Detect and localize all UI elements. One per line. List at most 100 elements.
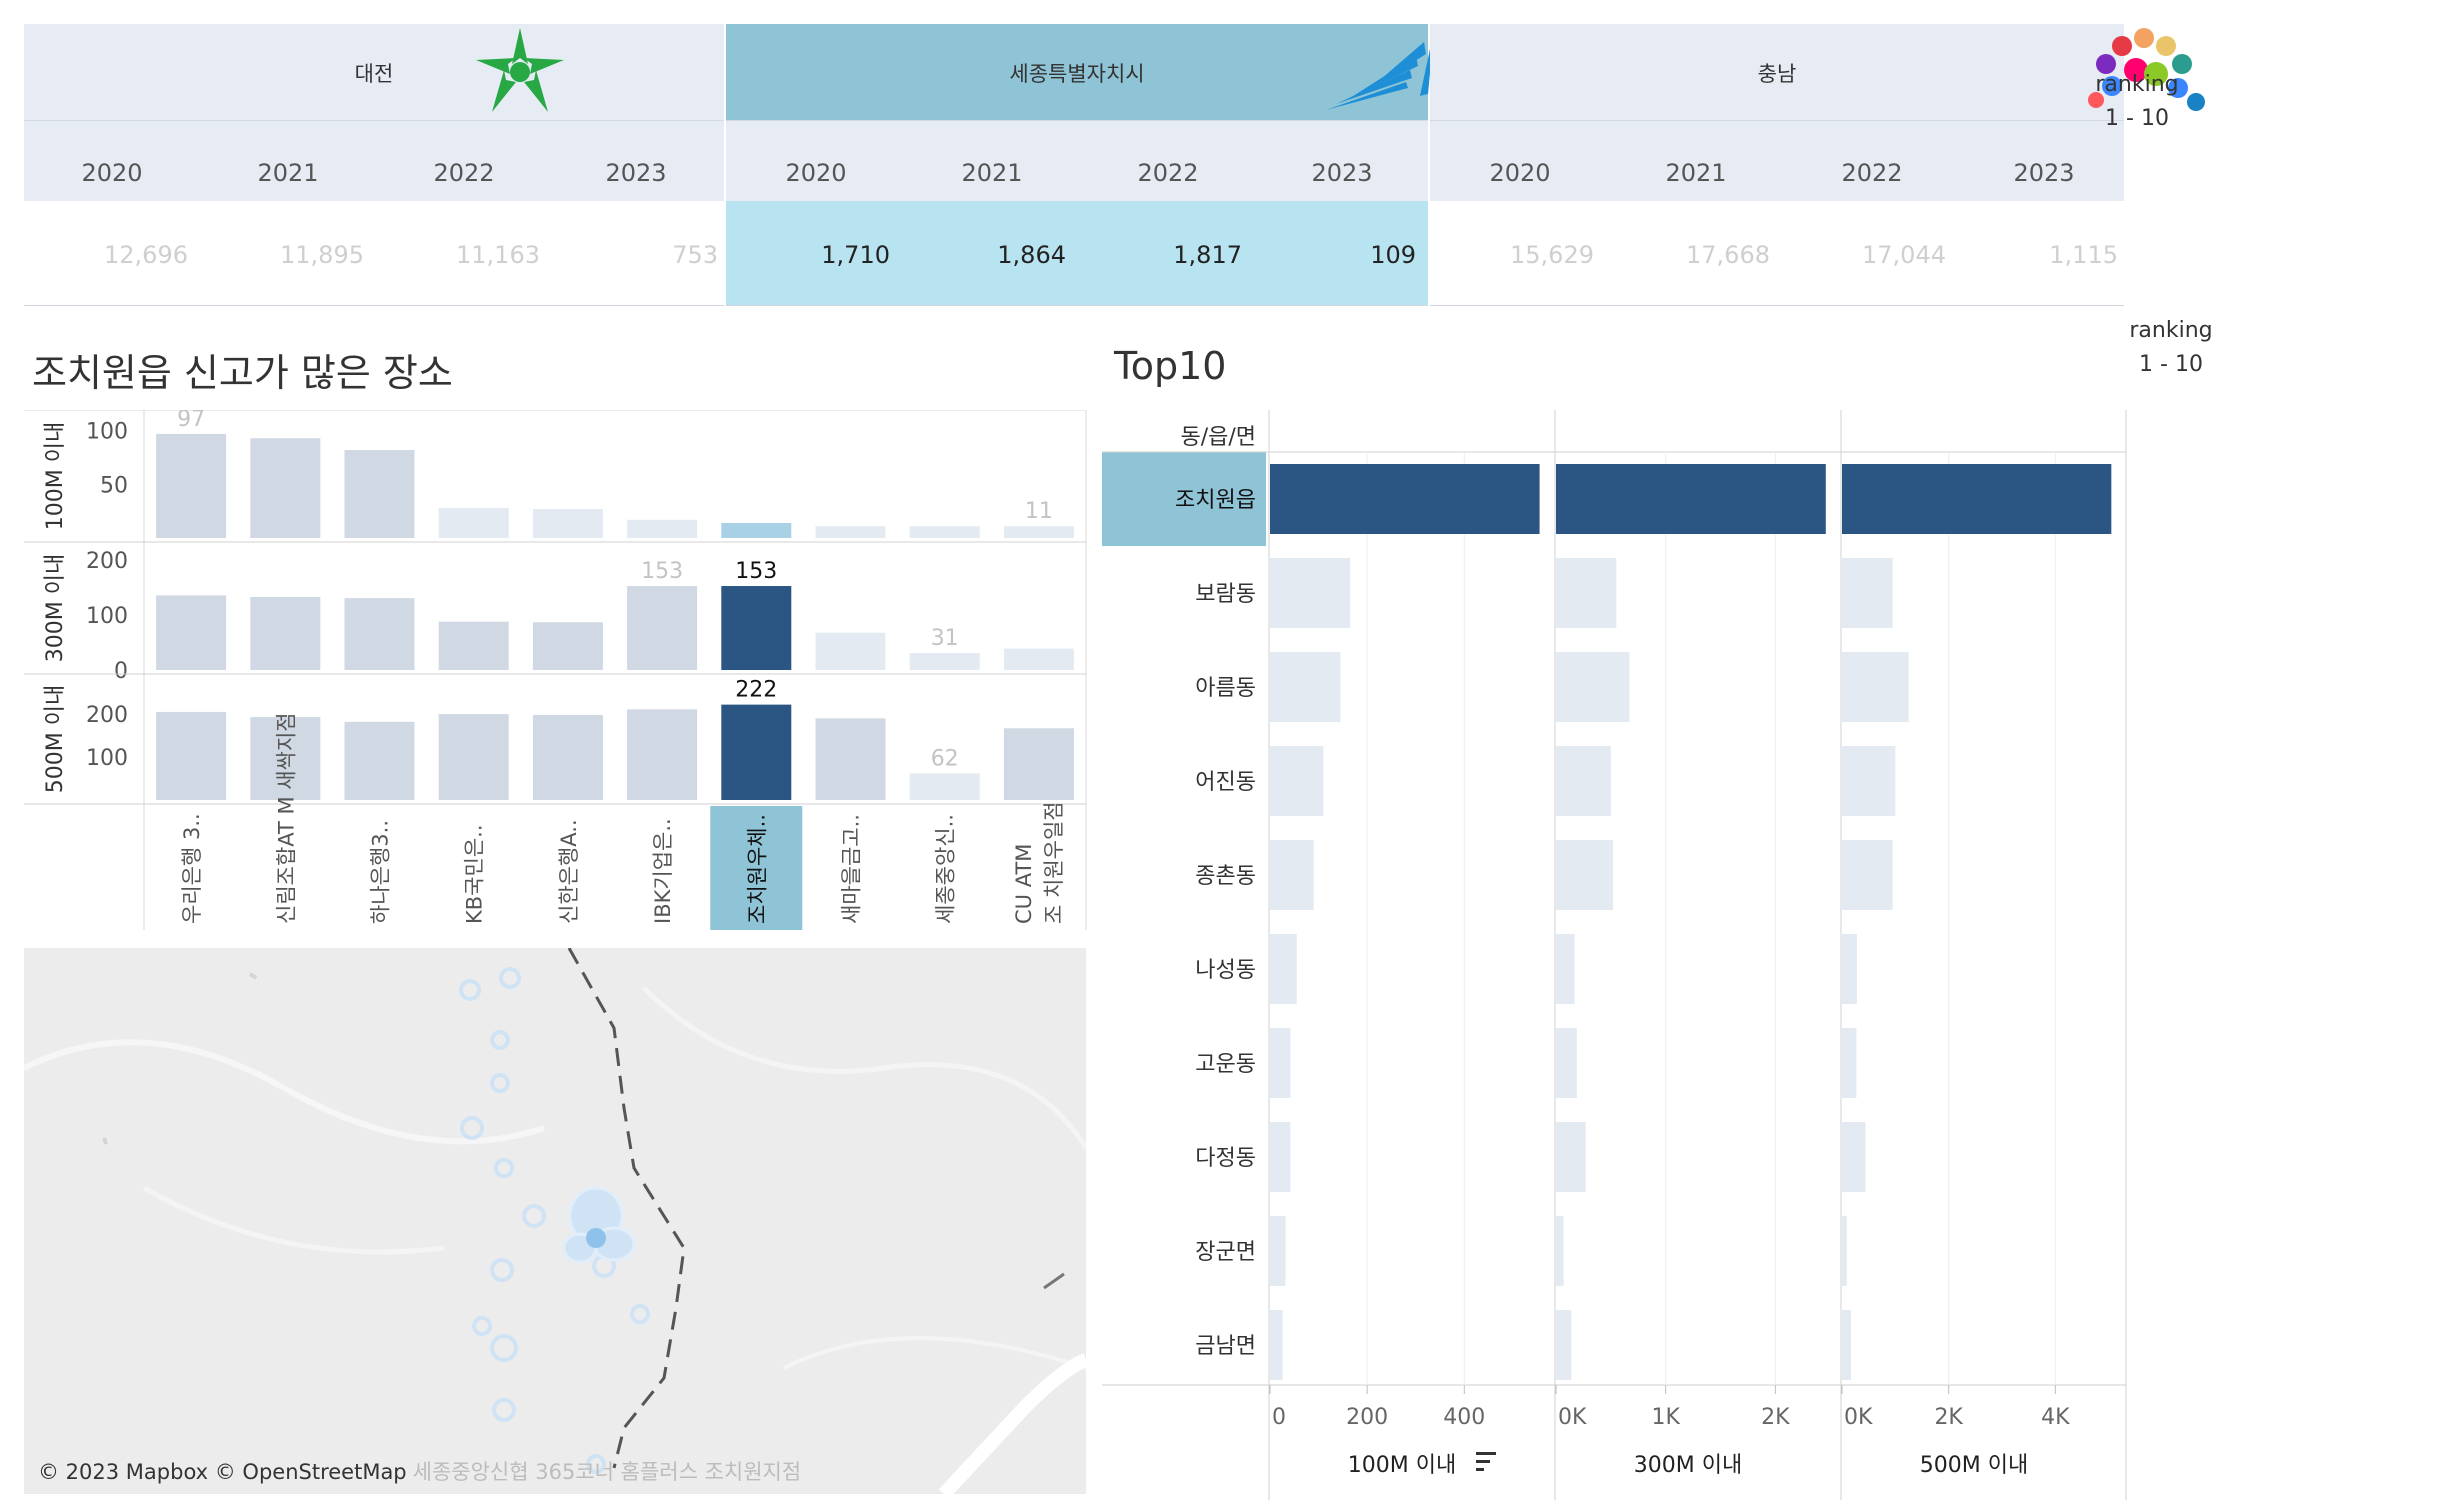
- bar[interactable]: [1842, 934, 1857, 1004]
- bar[interactable]: [1842, 558, 1893, 628]
- bar[interactable]: [1556, 1310, 1572, 1380]
- category-label[interactable]: 하나은행3..: [369, 820, 393, 924]
- value-cell[interactable]: 1,710: [714, 241, 890, 269]
- value-cell[interactable]: 753: [542, 241, 718, 269]
- bar[interactable]: [1270, 1122, 1291, 1192]
- bar[interactable]: [1270, 558, 1351, 628]
- bar[interactable]: [344, 721, 415, 800]
- row-label[interactable]: 아름동: [1195, 676, 1256, 701]
- bar[interactable]: [156, 433, 227, 538]
- category-label[interactable]: IBK기업은..: [651, 818, 675, 924]
- bar[interactable]: [1556, 1216, 1564, 1286]
- bar[interactable]: [1270, 1216, 1286, 1286]
- bar[interactable]: [627, 519, 698, 538]
- value-cell[interactable]: 17,044: [1770, 241, 1946, 269]
- ranking-filter-value[interactable]: 1 - 10: [2096, 352, 2246, 377]
- row-label[interactable]: 고운동: [1195, 1052, 1256, 1077]
- bar[interactable]: [1270, 840, 1314, 910]
- bar[interactable]: [1556, 840, 1614, 910]
- bar[interactable]: [909, 652, 980, 670]
- bar[interactable]: [1270, 1310, 1283, 1380]
- region-daejeon[interactable]: 대전 2020 2021 2022 2023 12,696 11,895 11,: [24, 24, 724, 306]
- bar[interactable]: [156, 595, 227, 670]
- bar[interactable]: [1842, 1310, 1852, 1380]
- bar[interactable]: [1842, 1122, 1866, 1192]
- bar[interactable]: [438, 714, 509, 800]
- bar[interactable]: [627, 709, 698, 800]
- bar[interactable]: [1003, 648, 1074, 670]
- bar[interactable]: [250, 438, 321, 538]
- bar[interactable]: [438, 507, 509, 538]
- bar[interactable]: [344, 598, 415, 670]
- bar[interactable]: [909, 773, 980, 800]
- bar[interactable]: [1270, 652, 1341, 722]
- bar[interactable]: [1270, 464, 1540, 534]
- bar[interactable]: [1842, 840, 1893, 910]
- bar[interactable]: [815, 718, 886, 800]
- row-label[interactable]: 장군면: [1195, 1240, 1256, 1265]
- bar[interactable]: [532, 622, 603, 670]
- row-label[interactable]: 다정동: [1195, 1146, 1256, 1171]
- bar[interactable]: [438, 621, 509, 670]
- bar[interactable]: [1270, 746, 1324, 816]
- region-sejong[interactable]: 세종특별자치시 2020 2021 2022 2023 1,710 1,864 …: [726, 24, 1486, 306]
- bar[interactable]: [627, 586, 698, 670]
- bar[interactable]: [1842, 1216, 1847, 1286]
- bar[interactable]: [156, 711, 227, 800]
- bar[interactable]: [1556, 558, 1617, 628]
- category-label[interactable]: 새마을금고..: [840, 814, 864, 924]
- bar[interactable]: [1556, 652, 1630, 722]
- value-cell[interactable]: 17,668: [1594, 241, 1770, 269]
- value-cell[interactable]: 1,115: [1942, 241, 2118, 269]
- row-label[interactable]: 종촌동: [1195, 864, 1256, 889]
- map-canvas[interactable]: [24, 948, 1086, 1494]
- bar[interactable]: [815, 526, 886, 538]
- bar[interactable]: [721, 522, 792, 538]
- bar[interactable]: [1842, 652, 1909, 722]
- bar[interactable]: [1556, 464, 1826, 534]
- bar[interactable]: [1556, 934, 1575, 1004]
- category-label[interactable]: 조 치원우일점: [1042, 801, 1066, 924]
- bar[interactable]: [1556, 746, 1611, 816]
- bar[interactable]: [1842, 464, 2112, 534]
- bar[interactable]: [721, 586, 792, 670]
- bar[interactable]: [1270, 934, 1297, 1004]
- map-attribution-text[interactable]: © 2023 Mapbox © OpenStreetMap: [38, 1460, 407, 1484]
- row-label[interactable]: 금남면: [1195, 1334, 1256, 1359]
- map[interactable]: © 2023 Mapbox © OpenStreetMap 세종중앙신협 365코…: [24, 948, 1086, 1494]
- top10-bar-chart[interactable]: 동/읍/면 0 200 400 100M 이내 0K 1K 2K 300M 이내 0K 2K 4K 50…: [1102, 410, 2142, 1500]
- selected-location-marker[interactable]: [586, 1228, 606, 1248]
- row-label[interactable]: 어진동: [1195, 770, 1256, 795]
- bar[interactable]: [250, 597, 321, 670]
- value-cell[interactable]: 1,864: [890, 241, 1066, 269]
- bar[interactable]: [1556, 1122, 1586, 1192]
- category-label[interactable]: 우리은행 3..: [180, 813, 204, 924]
- value-cell[interactable]: 11,163: [364, 241, 540, 269]
- bar[interactable]: [344, 450, 415, 538]
- category-label[interactable]: CU ATM: [1012, 844, 1036, 924]
- value-cell[interactable]: 11,895: [188, 241, 364, 269]
- value-cell[interactable]: 15,629: [1418, 241, 1594, 269]
- category-label[interactable]: 조치원우체..: [745, 814, 769, 924]
- category-label[interactable]: 신림조합AT M 새싹지점: [274, 712, 298, 924]
- bar[interactable]: [815, 632, 886, 670]
- sort-icon[interactable]: [1476, 1452, 1496, 1471]
- value-cell[interactable]: 12,696: [12, 241, 188, 269]
- category-label[interactable]: 세종중앙신..: [934, 814, 958, 924]
- category-label[interactable]: KB국민은..: [463, 825, 487, 925]
- left-bar-chart[interactable]: 100M 이내 100 50 97 11 300M 이내 200 100 0 153 153 31 50…: [24, 410, 1088, 930]
- value-cell[interactable]: 109: [1240, 241, 1416, 269]
- value-cell[interactable]: 1,817: [1066, 241, 1242, 269]
- bar[interactable]: [532, 509, 603, 538]
- region-chungnam[interactable]: 충남 2020 2021 2022 2023 15,629 17,668 17,…: [1430, 24, 2124, 306]
- row-label[interactable]: 조치원읍: [1175, 488, 1256, 513]
- row-label[interactable]: 보람동: [1195, 582, 1256, 607]
- bar[interactable]: [909, 526, 980, 538]
- bar[interactable]: [1003, 728, 1074, 800]
- row-label[interactable]: 나성동: [1195, 958, 1256, 983]
- bar[interactable]: [1842, 1028, 1857, 1098]
- bar[interactable]: [1003, 526, 1074, 538]
- bar[interactable]: [1270, 1028, 1291, 1098]
- category-label[interactable]: 신한은행A..: [557, 819, 581, 924]
- bar[interactable]: [532, 714, 603, 800]
